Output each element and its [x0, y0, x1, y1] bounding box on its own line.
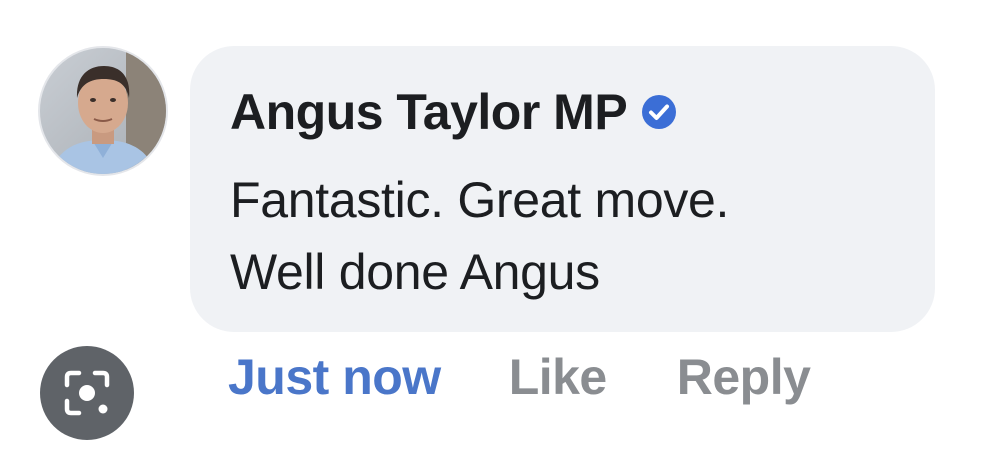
comment-bubble: Angus Taylor MP Fantastic. Great move. W… [190, 46, 935, 332]
avatar[interactable] [38, 46, 168, 176]
comment-text: Fantastic. Great move. Well done Angus [230, 164, 895, 308]
comment-text-line-2: Well done Angus [230, 244, 600, 300]
comment-container: Angus Taylor MP Fantastic. Great move. W… [0, 0, 1000, 468]
reply-button[interactable]: Reply [677, 348, 811, 406]
profile-photo [40, 48, 166, 174]
visual-search-button[interactable] [40, 346, 134, 440]
comment-text-line-1: Fantastic. Great move. [230, 172, 730, 228]
verified-badge-icon [641, 94, 677, 130]
timestamp-link[interactable]: Just now [228, 348, 441, 406]
visual-search-icon [64, 370, 110, 416]
author-row: Angus Taylor MP [230, 82, 895, 142]
comment-actions: Just now Like Reply [228, 345, 811, 409]
like-button[interactable]: Like [509, 348, 608, 406]
author-name[interactable]: Angus Taylor MP [230, 87, 628, 137]
